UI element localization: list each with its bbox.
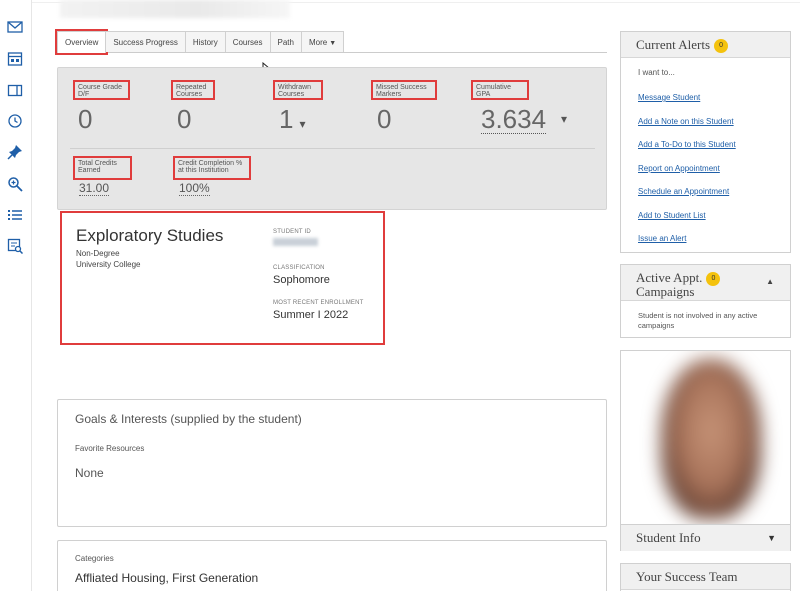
credits-value: 31.00 — [79, 181, 110, 196]
history-icon[interactable] — [6, 112, 24, 130]
collapse-caret-icon[interactable]: ▲ — [766, 276, 774, 288]
report-search-icon[interactable] — [6, 237, 24, 255]
student-name-blurred — [60, 0, 290, 18]
metric-label: Course Grade D/F — [73, 80, 130, 100]
active-campaigns-panel: Active Appt. 0 Campaigns ▲ Student is not… — [620, 264, 791, 338]
campaigns-title-line2: Campaigns — [636, 284, 695, 300]
completion-value: 100% — [179, 181, 210, 196]
metric-label: Missed Success Markers — [371, 80, 437, 100]
student-info-header: Student Info ▼ — [621, 525, 790, 551]
tab-overview[interactable]: Overview — [54, 29, 109, 55]
folder-icon[interactable] — [6, 81, 24, 99]
classification-value: Sophomore — [273, 274, 330, 286]
metric-label: Credit Completion % at this Institution — [173, 156, 251, 180]
current-alerts-panel: Current Alerts 0 I want to... Message Stu… — [620, 31, 791, 253]
success-team-title: Your Success Team — [621, 564, 790, 590]
categories-card: Categories Affliated Housing, First Gene… — [57, 540, 607, 591]
tab-more[interactable]: More ▼ — [300, 31, 345, 52]
tab-path[interactable]: Path — [269, 31, 302, 52]
student-face-blurred — [661, 359, 761, 519]
student-info-title: Student Info — [636, 530, 701, 545]
major-name: Exploratory Studies — [76, 226, 224, 245]
classification-label: CLASSIFICATION — [273, 265, 325, 271]
alerts-intro: I want to... — [638, 68, 675, 77]
metric-value: 0 — [377, 104, 392, 134]
favorite-resources-value: None — [75, 466, 104, 480]
student-photo — [620, 350, 791, 525]
gpa-value: 3.634 — [481, 104, 547, 134]
enrollment-value: Summer I 2022 — [273, 309, 349, 321]
metric-value: 0 — [78, 104, 93, 134]
program-info-card: Exploratory Studies Non-Degree Universit… — [60, 211, 385, 345]
goals-interests-card: Goals & Interests (supplied by the stude… — [57, 399, 607, 527]
expand-caret-icon[interactable]: ▼ — [767, 525, 776, 551]
mail-icon[interactable] — [6, 18, 24, 36]
college-name: University College — [76, 260, 141, 269]
favorite-resources-label: Favorite Resources — [75, 444, 145, 453]
metrics-divider — [70, 148, 595, 149]
student-id-label: STUDENT ID — [273, 229, 311, 235]
withdrawn-count: 1 — [279, 104, 294, 134]
report-appointment-link[interactable]: Report on Appointment — [638, 164, 720, 173]
metric-value: 0 — [177, 104, 192, 134]
tab-success-progress[interactable]: Success Progress — [105, 31, 186, 52]
campaigns-title-line1: Active Appt. — [636, 270, 703, 285]
metric-label: Cumulative GPA — [471, 80, 529, 100]
schedule-appointment-link[interactable]: Schedule an Appointment — [638, 187, 729, 196]
caret-down-icon: ▾ — [561, 112, 568, 126]
enrollment-label: MOST RECENT ENROLLMENT — [273, 300, 364, 306]
degree-type: Non-Degree — [76, 249, 120, 258]
student-info-panel[interactable]: Student Info ▼ — [620, 525, 791, 551]
categories-value: Affliated Housing, First Generation — [75, 571, 259, 585]
goals-heading: Goals & Interests (supplied by the stude… — [75, 412, 302, 426]
calendar-icon[interactable] — [6, 50, 24, 68]
left-nav-rail — [0, 0, 32, 591]
tab-history[interactable]: History — [184, 31, 226, 52]
caret-down-icon: ▼ — [329, 40, 337, 47]
add-note-link[interactable]: Add a Note on this Student — [638, 117, 734, 126]
campaigns-header[interactable]: Active Appt. 0 Campaigns ▲ — [621, 265, 790, 301]
metric-label: Total Credits Earned — [73, 156, 132, 180]
pin-icon[interactable] — [6, 143, 24, 161]
alerts-header: Current Alerts 0 — [621, 32, 790, 58]
tab-courses[interactable]: Courses — [224, 31, 271, 52]
metric-label: Repeated Courses — [171, 80, 215, 100]
alerts-title: Current Alerts — [636, 37, 711, 52]
message-student-link[interactable]: Message Student — [638, 93, 700, 102]
add-todo-link[interactable]: Add a To-Do to this Student — [638, 140, 736, 149]
campaigns-count-badge: 0 — [706, 272, 721, 287]
categories-label: Categories — [75, 554, 114, 563]
alerts-count-badge: 0 — [714, 39, 729, 54]
performance-metrics-panel: Course Grade D/F 0 Repeated Courses 0 Wi… — [57, 67, 607, 210]
metric-value: 1 ▾ — [279, 106, 306, 137]
caret-down-icon: ▾ — [299, 117, 306, 131]
success-team-panel: Your Success Team — [620, 563, 791, 591]
add-to-list-link[interactable]: Add to Student List — [638, 211, 706, 220]
student-id-blurred — [273, 238, 318, 246]
profile-tabs: Overview Success Progress History Course… — [54, 29, 607, 55]
list-icon[interactable] — [6, 206, 24, 224]
zoom-search-icon[interactable] — [6, 175, 24, 193]
campaigns-text: Student is not involved in any active ca… — [638, 311, 758, 330]
issue-alert-link[interactable]: Issue an Alert — [638, 234, 686, 243]
tab-more-label: More — [308, 38, 328, 47]
metric-label: Withdrawn Courses — [273, 80, 323, 100]
